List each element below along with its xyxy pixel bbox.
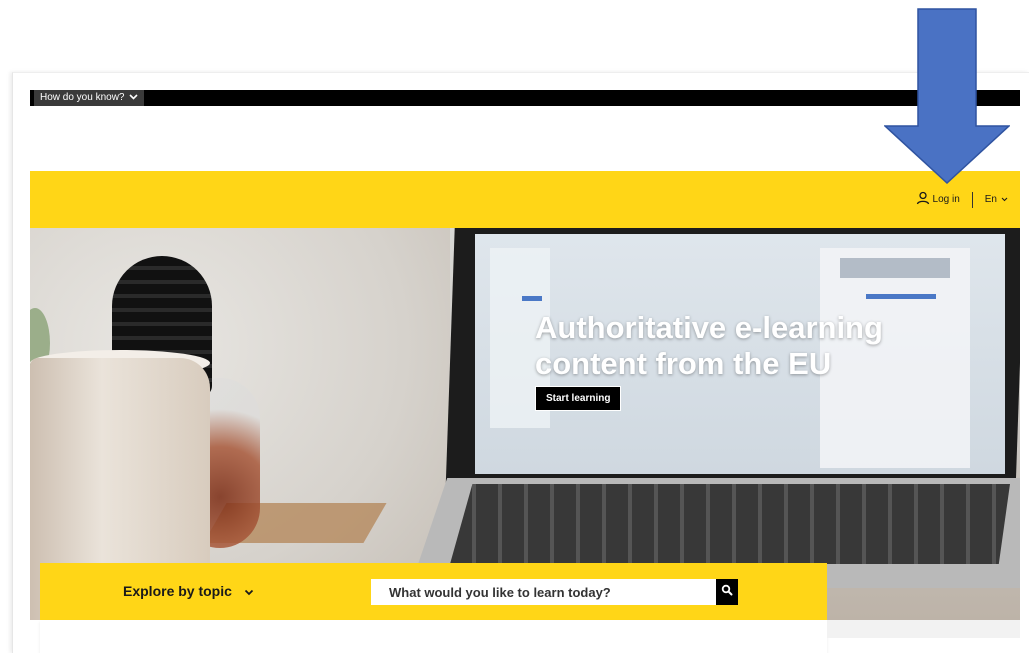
hero-content: Authoritative e-learning content from th… [535,310,955,411]
how-do-you-know-toggle[interactable]: How do you know? [34,90,144,106]
site-header: Log in En [30,171,1020,228]
start-learning-button[interactable]: Start learning [535,386,622,411]
search-button[interactable] [716,579,738,605]
login-label: Log in [932,194,960,205]
search-input[interactable] [371,579,716,605]
chevron-down-icon [1001,194,1008,205]
screen-detail [522,296,542,301]
hero-banner [30,228,1020,620]
chevron-down-icon [128,90,138,106]
user-icon [916,191,930,208]
search-box [371,579,738,605]
hero-title: Authoritative e-learning content from th… [535,310,883,381]
search-icon [721,583,733,601]
screen-detail [866,294,936,299]
top-info-bar: How do you know? [30,90,1020,106]
how-do-you-know-label: How do you know? [40,92,125,103]
laptop-keyboard-image [450,484,1010,564]
header-actions: Log in En [916,191,1008,208]
content-area-edge [827,620,1020,638]
explore-by-topic-label: Explore by topic [123,583,232,599]
language-selector[interactable]: En [985,194,1008,205]
screen-detail [840,258,950,278]
explore-bar: Explore by topic [40,563,827,620]
language-label: En [984,194,997,205]
arrow-down-icon [884,8,1010,184]
header-divider [971,191,973,208]
login-link[interactable]: Log in [916,191,960,208]
content-area-edge [40,620,827,653]
chevron-down-icon [244,583,254,599]
explore-by-topic-dropdown[interactable]: Explore by topic [123,583,254,599]
